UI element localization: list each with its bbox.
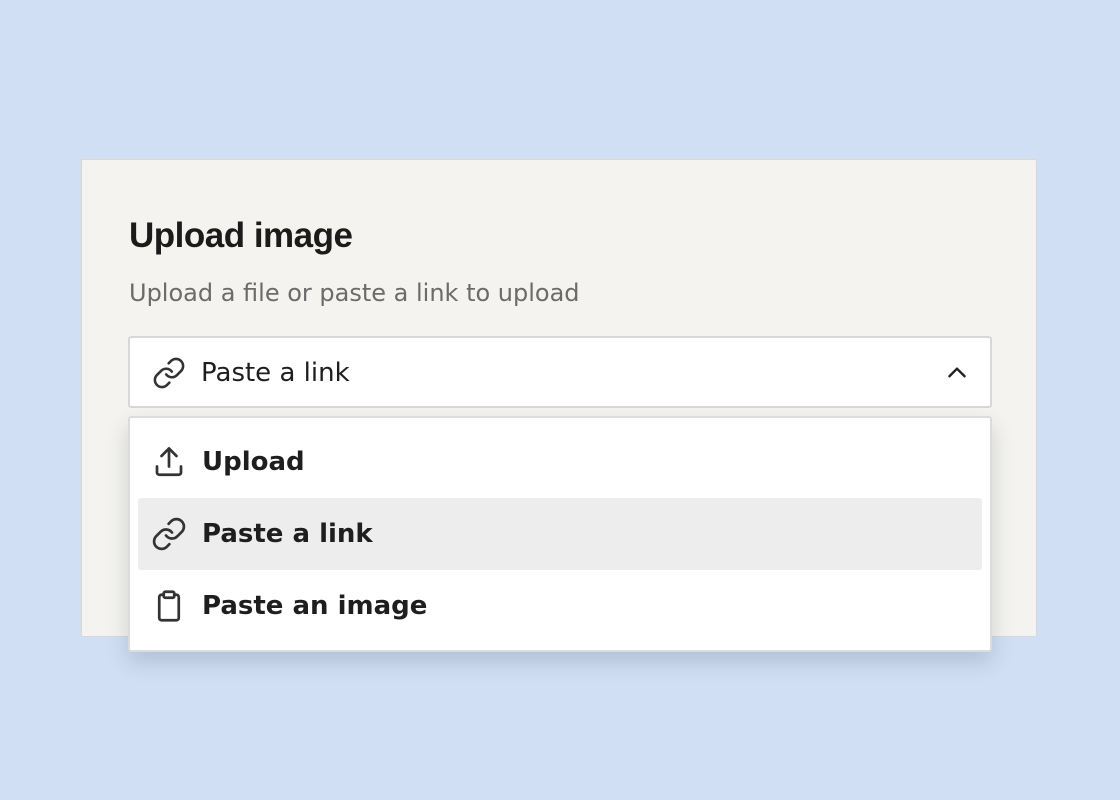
upload-icon [151,444,187,480]
upload-method-select[interactable]: Paste a link [128,336,992,408]
link-icon [152,356,186,390]
dialog-subtitle: Upload a file or paste a link to upload [129,279,580,307]
menu-item-paste-image[interactable]: Paste an image [138,570,982,642]
menu-item-upload[interactable]: Upload [138,426,982,498]
clipboard-icon [151,588,187,624]
menu-item-paste-link[interactable]: Paste a link [138,498,982,570]
menu-item-label: Paste an image [202,591,428,621]
link-icon [151,516,187,552]
dialog-title: Upload image [129,216,353,255]
upload-method-dropdown: Upload Paste a link Paste an image [128,416,992,652]
select-value: Paste a link [201,358,350,388]
menu-item-label: Paste a link [202,519,373,549]
menu-item-label: Upload [202,447,305,477]
chevron-up-icon[interactable] [944,360,970,386]
